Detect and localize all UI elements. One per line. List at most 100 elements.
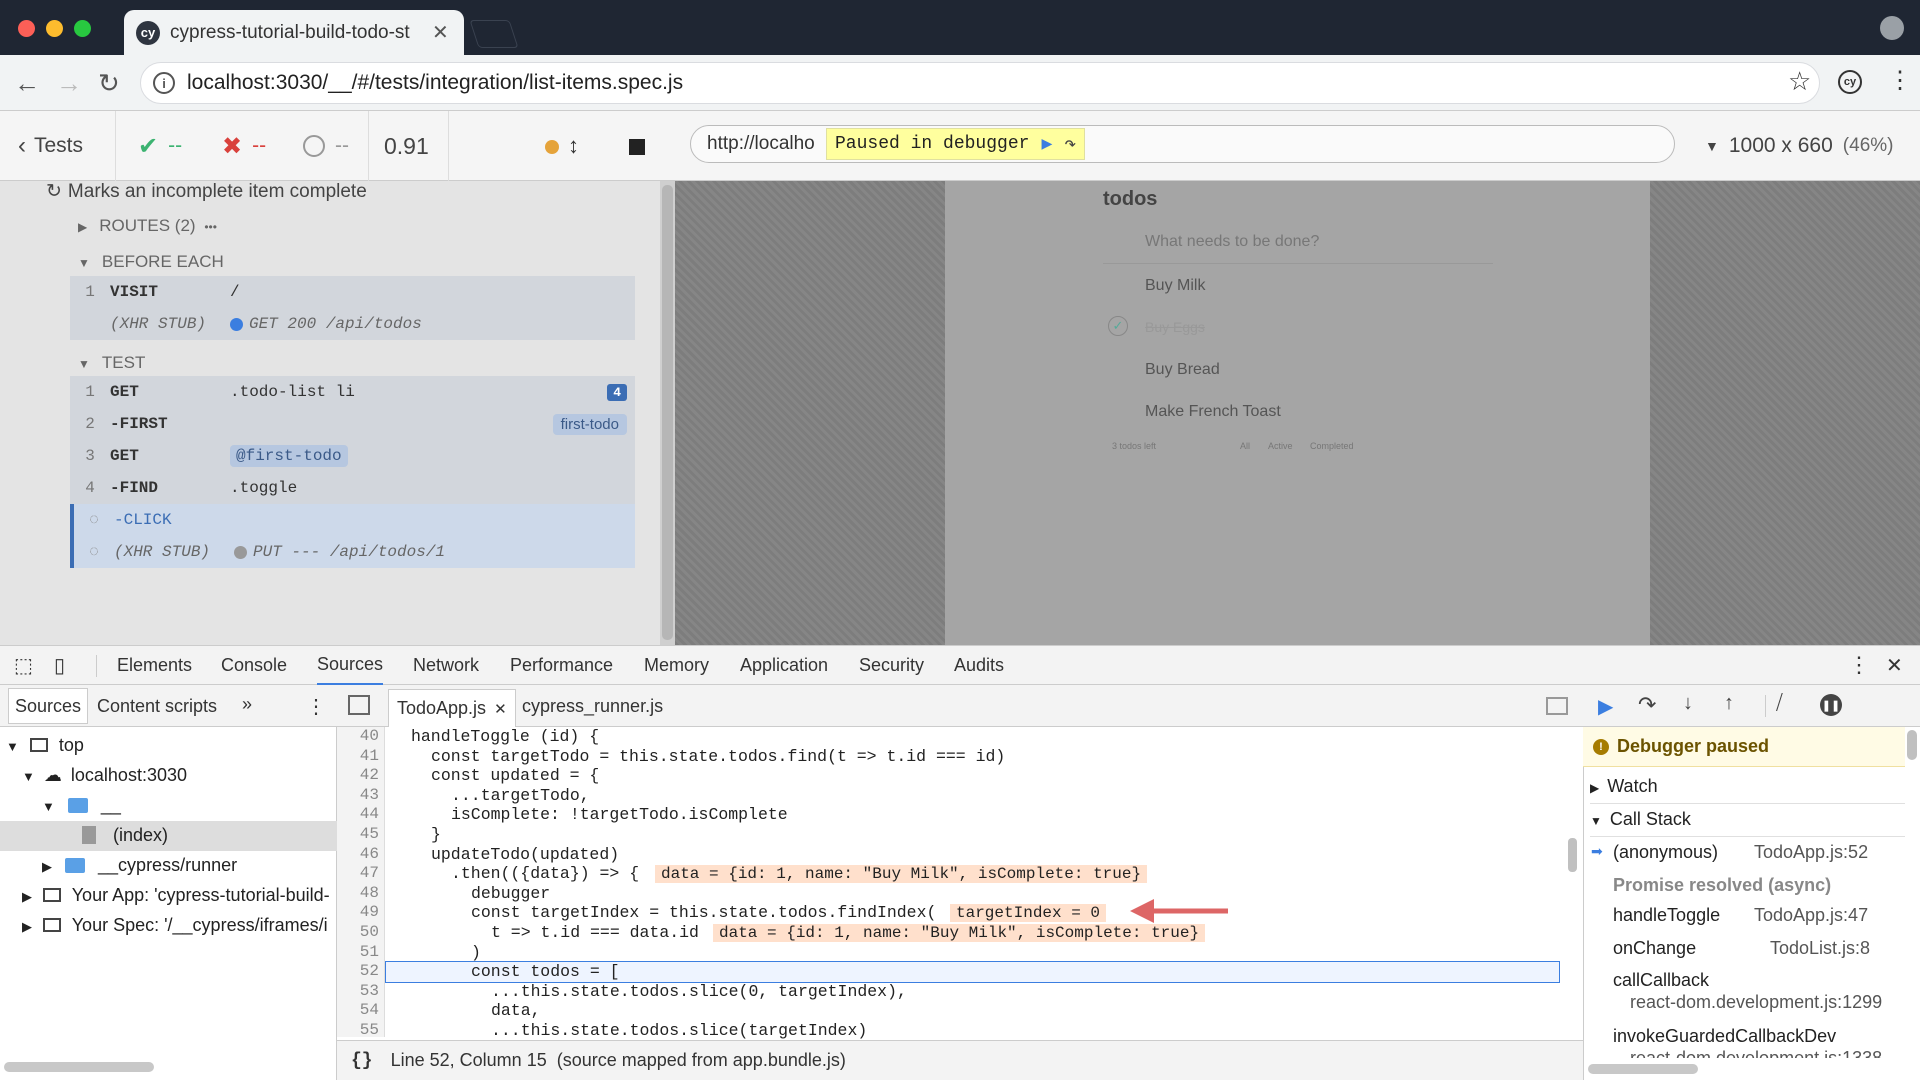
call-frame-name[interactable]: (anonymous) — [1613, 842, 1718, 863]
close-window-icon[interactable] — [18, 20, 35, 37]
todo-item[interactable]: Buy Milk — [1145, 277, 1205, 295]
command-row[interactable]: (XHR STUB) GET 200 /api/todos — [70, 308, 635, 340]
code-line[interactable]: updateTodo(updated) — [431, 845, 619, 864]
step-over-icon[interactable]: ↷ — [1638, 692, 1656, 718]
command-row-active[interactable]: ◌ -CLICK — [70, 504, 635, 536]
reload-icon[interactable]: ↻ — [98, 68, 120, 99]
profile-icon[interactable] — [1880, 16, 1904, 40]
line-number[interactable]: 49 — [337, 903, 379, 921]
routes-toggle[interactable]: ▶ ROUTES (2) ••• — [78, 216, 217, 236]
step-into-icon[interactable]: ↓ — [1683, 692, 1693, 715]
navigator-scrollbar[interactable] — [4, 1062, 154, 1072]
call-frame-location[interactable]: TodoList.js:8 — [1770, 938, 1870, 959]
command-row[interactable]: 3 GET @first-todo — [70, 440, 635, 472]
omnibox[interactable]: i localhost:3030/__/#/tests/integration/… — [140, 62, 1820, 104]
device-toolbar-icon[interactable]: ▯ — [54, 645, 65, 685]
tree-item-your-spec[interactable]: ▶ Your Spec: '/__cypress/iframes/i — [22, 915, 334, 936]
line-number[interactable]: 44 — [337, 805, 379, 823]
tab-audits[interactable]: Audits — [954, 645, 1004, 685]
todo-item[interactable]: Make French Toast — [1145, 403, 1281, 421]
line-number[interactable]: 52 — [337, 962, 379, 980]
forward-icon[interactable]: → — [56, 68, 82, 99]
tree-item-your-app[interactable]: ▶ Your App: 'cypress-tutorial-build- — [22, 885, 334, 906]
code-line[interactable]: isComplete: !targetTodo.isComplete — [451, 805, 788, 824]
todo-item-completed[interactable]: Buy Eggs — [1145, 319, 1205, 335]
close-devtools-icon[interactable]: ✕ — [1886, 645, 1903, 685]
resume-icon[interactable]: ▶︎ — [1598, 694, 1613, 719]
tab-memory[interactable]: Memory — [644, 645, 709, 685]
editor-scrollbar[interactable] — [1568, 838, 1577, 872]
line-number[interactable]: 48 — [337, 884, 379, 902]
line-number[interactable]: 55 — [337, 1021, 379, 1039]
tests-button[interactable]: ‹ Tests — [18, 111, 83, 181]
line-number[interactable]: 47 — [337, 864, 379, 882]
line-number[interactable]: 43 — [337, 786, 379, 804]
pause-on-exceptions-icon[interactable]: ❚❚ — [1820, 694, 1842, 716]
command-row[interactable]: 1 VISIT / — [70, 276, 635, 308]
back-icon[interactable]: ← — [14, 68, 40, 99]
line-number[interactable]: 50 — [337, 923, 379, 941]
line-number[interactable]: 51 — [337, 943, 379, 961]
code-line[interactable]: .then(({data}) => { — [451, 864, 639, 883]
tree-item-index[interactable]: (index) — [82, 825, 168, 846]
browser-menu-icon[interactable]: ⋮ — [1888, 66, 1912, 95]
editor-tab-todoapp[interactable]: TodoApp.js ✕ — [388, 689, 516, 727]
close-tab-icon[interactable]: ✕ — [432, 20, 449, 45]
tab-application[interactable]: Application — [740, 645, 828, 685]
before-each-toggle[interactable]: ▼ BEFORE EACH — [78, 252, 224, 272]
tab-network[interactable]: Network — [413, 645, 479, 685]
todo-toggle-checked-icon[interactable]: ✓ — [1108, 316, 1128, 336]
code-line[interactable]: const targetIndex = this.state.todos.fin… — [471, 903, 936, 922]
stop-icon[interactable] — [629, 139, 645, 155]
command-row-active[interactable]: ◌ (XHR STUB) PUT --- /api/todos/1 — [70, 536, 635, 568]
step-over-icon[interactable]: ↷ — [1064, 131, 1076, 157]
code-line[interactable]: ...targetTodo, — [451, 786, 590, 805]
devtools-menu-icon[interactable]: ⋮ — [1848, 645, 1870, 685]
call-frame-location[interactable]: TodoApp.js:47 — [1754, 905, 1868, 926]
call-frame-name[interactable]: invokeGuardedCallbackDev — [1613, 1026, 1836, 1047]
tab-sources[interactable]: Sources — [317, 645, 384, 685]
line-number[interactable]: 41 — [337, 747, 379, 765]
command-row[interactable]: 4 -FIND .toggle — [70, 472, 635, 504]
call-frame-name[interactable]: onChange — [1613, 938, 1696, 959]
tree-item-top[interactable]: ▼ top — [6, 735, 84, 756]
deactivate-breakpoints-icon[interactable]: ⧸ — [1776, 692, 1783, 715]
inspect-element-icon[interactable]: ⬚ — [14, 645, 33, 685]
line-number[interactable]: 45 — [337, 825, 379, 843]
todo-item[interactable]: Buy Bread — [1145, 361, 1220, 379]
code-line[interactable]: ) — [471, 943, 481, 962]
tab-performance[interactable]: Performance — [510, 645, 613, 685]
tree-item-runner[interactable]: ▶ __cypress/runner — [42, 855, 237, 876]
filter-all[interactable]: All — [1240, 441, 1250, 451]
browser-tab[interactable]: cy cypress-tutorial-build-todo-st ✕ — [124, 10, 464, 55]
code-line[interactable]: const updated = { — [431, 766, 599, 785]
command-row[interactable]: 2 -FIRST first-todo — [70, 408, 635, 440]
new-todo-input[interactable]: What needs to be done? — [1145, 233, 1319, 251]
line-number[interactable]: 53 — [337, 982, 379, 1000]
test-title[interactable]: ↻ Marks an incomplete item complete — [46, 180, 367, 203]
tree-item-folder[interactable]: ▼ __ — [42, 795, 121, 816]
navigator-menu-icon[interactable]: ⋮ — [306, 694, 326, 719]
line-number[interactable]: 40 — [337, 727, 379, 745]
code-line[interactable]: handleToggle (id) { — [411, 727, 599, 746]
minimize-window-icon[interactable] — [46, 20, 63, 37]
filter-completed[interactable]: Completed — [1310, 441, 1354, 451]
tab-elements[interactable]: Elements — [117, 645, 192, 685]
code-line[interactable]: const todos = [ — [471, 962, 620, 981]
close-tab-icon[interactable]: ✕ — [494, 700, 507, 718]
navigator-tab-content-scripts[interactable]: Content scripts — [97, 696, 217, 717]
toggle-debugger-icon[interactable] — [1546, 697, 1568, 715]
code-line[interactable]: } — [431, 825, 441, 844]
code-line[interactable]: ...this.state.todos.slice(targetIndex) — [491, 1021, 867, 1040]
viewport-size[interactable]: ▼ 1000 x 660 (46%) — [1705, 111, 1893, 181]
more-tabs-icon[interactable]: » — [242, 694, 252, 715]
code-line[interactable]: ...this.state.todos.slice(0, targetIndex… — [491, 982, 907, 1001]
line-number[interactable]: 42 — [337, 766, 379, 784]
debugger-h-scrollbar[interactable] — [1588, 1064, 1698, 1074]
code-line[interactable]: data, — [491, 1001, 541, 1020]
command-row[interactable]: 1 GET .todo-list li 4 — [70, 376, 635, 408]
scroll-toggle-icon[interactable]: ↕ — [568, 111, 579, 181]
filter-active[interactable]: Active — [1268, 441, 1293, 451]
more-icon[interactable]: ••• — [204, 220, 217, 234]
call-frame-name[interactable]: callCallback — [1613, 970, 1709, 991]
